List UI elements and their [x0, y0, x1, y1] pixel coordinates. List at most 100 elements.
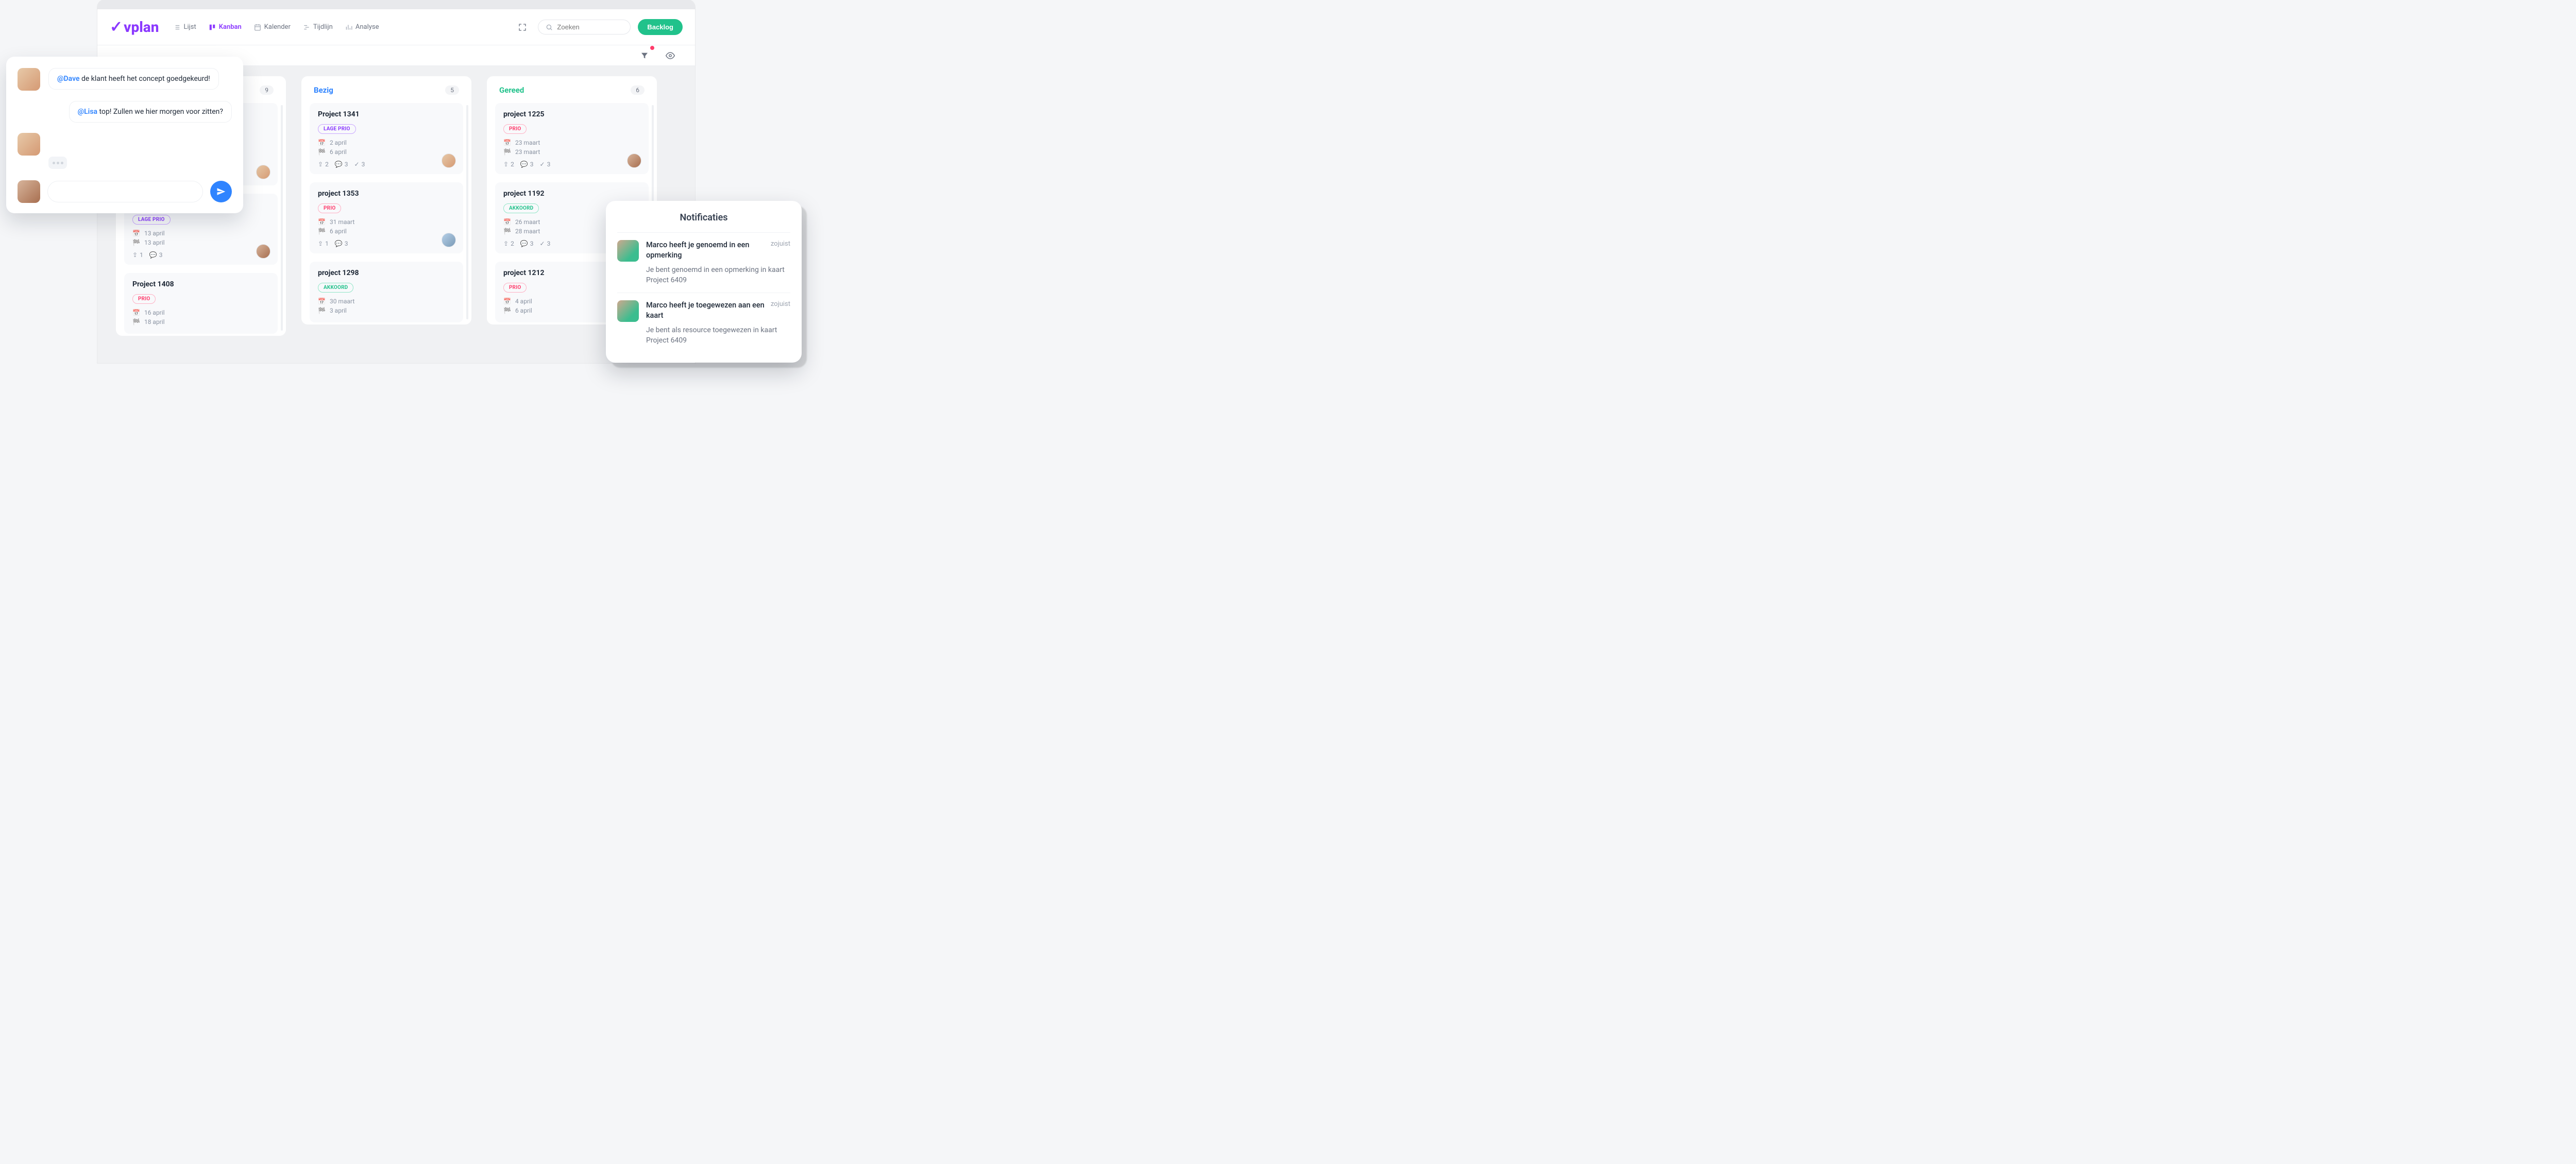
backlog-button[interactable]: Backlog	[638, 19, 683, 35]
avatar	[442, 153, 456, 168]
check-icon: ✓	[540, 240, 545, 247]
plan-date: 16 april	[144, 309, 165, 316]
nav-calendar[interactable]: Kalender	[254, 23, 291, 31]
card[interactable]: project 1298 AKKOORD 📅30 maart 🏁3 april	[310, 262, 463, 322]
chat-panel: @Dave de klant heeft het concept goedgek…	[6, 57, 243, 213]
flag-icon: 🏁	[503, 148, 511, 156]
chat-message: @Lisa top! Zullen we hier morgen voor zi…	[69, 101, 232, 123]
calendar-icon: 📅	[503, 298, 511, 305]
flag-icon: 🏁	[503, 228, 511, 235]
check-count: 3	[362, 161, 365, 168]
flag-icon: 🏁	[132, 239, 140, 246]
attachment-icon: ⇪	[318, 240, 323, 247]
nav-kanban-label: Kanban	[219, 23, 242, 31]
avatar	[442, 233, 456, 247]
visibility-button[interactable]	[662, 47, 679, 64]
due-date: 3 april	[330, 307, 347, 314]
flag-icon: 🏁	[318, 307, 326, 314]
fullscreen-button[interactable]	[514, 19, 531, 36]
column-busy-title: Bezig	[314, 85, 333, 95]
avatar	[617, 240, 639, 262]
comment-count: 3	[345, 240, 348, 247]
tag-lage-prio: LAGE PRIO	[132, 215, 171, 225]
search-box[interactable]	[538, 20, 631, 35]
nav-timeline[interactable]: Tijdlijn	[303, 23, 333, 31]
nav-list-label: Lijst	[183, 23, 196, 31]
comment-icon: 💬	[149, 251, 157, 259]
scroll-track[interactable]	[466, 105, 468, 319]
nav-analysis[interactable]: Analyse	[345, 23, 379, 31]
attach-count: 2	[325, 161, 329, 168]
nav-kanban[interactable]: Kanban	[209, 23, 242, 31]
card[interactable]: Project 1341 LAGE PRIO 📅2 april 🏁6 april…	[310, 103, 463, 174]
card-title: Project 1408	[132, 280, 269, 288]
check-icon: ✓	[354, 161, 360, 168]
comment-count: 3	[345, 161, 348, 168]
plan-date: 30 maart	[330, 298, 354, 305]
search-icon	[546, 24, 553, 31]
mention: @Dave	[57, 75, 80, 83]
attachment-icon: ⇪	[503, 161, 509, 168]
due-date: 28 maart	[515, 228, 540, 235]
chat-input[interactable]	[47, 181, 203, 202]
check-icon: ✓	[540, 161, 545, 168]
card-title: Project 1341	[318, 110, 455, 118]
card[interactable]: project 1353 PRIO 📅31 maart 🏁6 april ⇪1 …	[310, 182, 463, 253]
due-date: 6 april	[330, 148, 347, 156]
nav-list[interactable]: Lijst	[173, 23, 196, 31]
attachment-icon: ⇪	[318, 161, 323, 168]
card[interactable]: project 1225 PRIO 📅 23 maart 🏁 23 maart ⇪2…	[495, 103, 649, 174]
card-title: project 1298	[318, 269, 455, 277]
due-date: 23 maart	[515, 148, 540, 156]
column-busy: Bezig 5 Project 1341 LAGE PRIO 📅2 april …	[301, 76, 471, 324]
brand-name: vplan	[124, 19, 159, 36]
mention: @Lisa	[78, 108, 97, 116]
comment-icon: 💬	[335, 240, 343, 247]
plan-date: 13 april	[144, 230, 165, 237]
plan-date: 23 maart	[515, 139, 540, 146]
tag-akkoord: AKKOORD	[318, 283, 353, 293]
notification-description: Je bent genoemd in een opmerking in kaar…	[646, 265, 790, 285]
nav-analysis-label: Analyse	[355, 23, 379, 31]
card-title: project 1192	[503, 190, 640, 198]
nav-timeline-label: Tijdlijn	[313, 23, 333, 31]
calendar-icon: 📅	[503, 218, 511, 226]
check-count: 3	[547, 240, 551, 247]
filter-button[interactable]	[636, 47, 653, 64]
view-nav: Lijst Kanban Kalender Tijdlijn	[173, 23, 500, 31]
search-input[interactable]	[557, 23, 648, 31]
tag-prio: PRIO	[503, 283, 527, 293]
card[interactable]: Project 1408 PRIO 📅16 april 🏁18 april	[124, 273, 278, 334]
brand-logo: ✓ vplan	[110, 19, 159, 36]
notification-description: Je bent als resource toegewezen in kaart…	[646, 326, 790, 346]
avatar	[617, 300, 639, 322]
send-button[interactable]	[210, 181, 232, 202]
calendar-icon: 📅	[132, 309, 140, 316]
tag-lage-prio: LAGE PRIO	[318, 124, 356, 134]
scroll-track[interactable]	[281, 105, 283, 331]
avatar	[256, 165, 270, 179]
attachment-icon: ⇪	[503, 240, 509, 247]
attach-count: 1	[140, 251, 143, 259]
calendar-icon: 📅	[503, 139, 511, 146]
column-done-count: 6	[631, 85, 645, 95]
attach-count: 1	[325, 240, 329, 247]
notification-heading: Marco heeft je toegewezen aan een kaart	[646, 300, 766, 320]
chart-icon	[345, 24, 352, 31]
column-todo-count: 9	[260, 85, 274, 95]
notification-item[interactable]: Marco heeft je genoemd in een opmerking …	[617, 232, 790, 293]
header-right: Backlog	[514, 19, 683, 36]
card-title: project 1225	[503, 110, 640, 118]
due-date: 18 april	[144, 318, 165, 326]
tag-prio: PRIO	[318, 203, 341, 213]
tag-prio: PRIO	[503, 124, 527, 134]
notification-time: zojuist	[771, 240, 790, 260]
attach-count: 2	[511, 161, 514, 168]
avatar	[18, 180, 40, 203]
avatar	[18, 133, 40, 156]
notification-item[interactable]: Marco heeft je toegewezen aan een kaart …	[617, 293, 790, 353]
calendar-icon: 📅	[132, 230, 140, 237]
notification-heading: Marco heeft je genoemd in een opmerking	[646, 240, 766, 260]
nav-calendar-label: Kalender	[264, 23, 291, 31]
plan-date: 2 april	[330, 139, 347, 146]
